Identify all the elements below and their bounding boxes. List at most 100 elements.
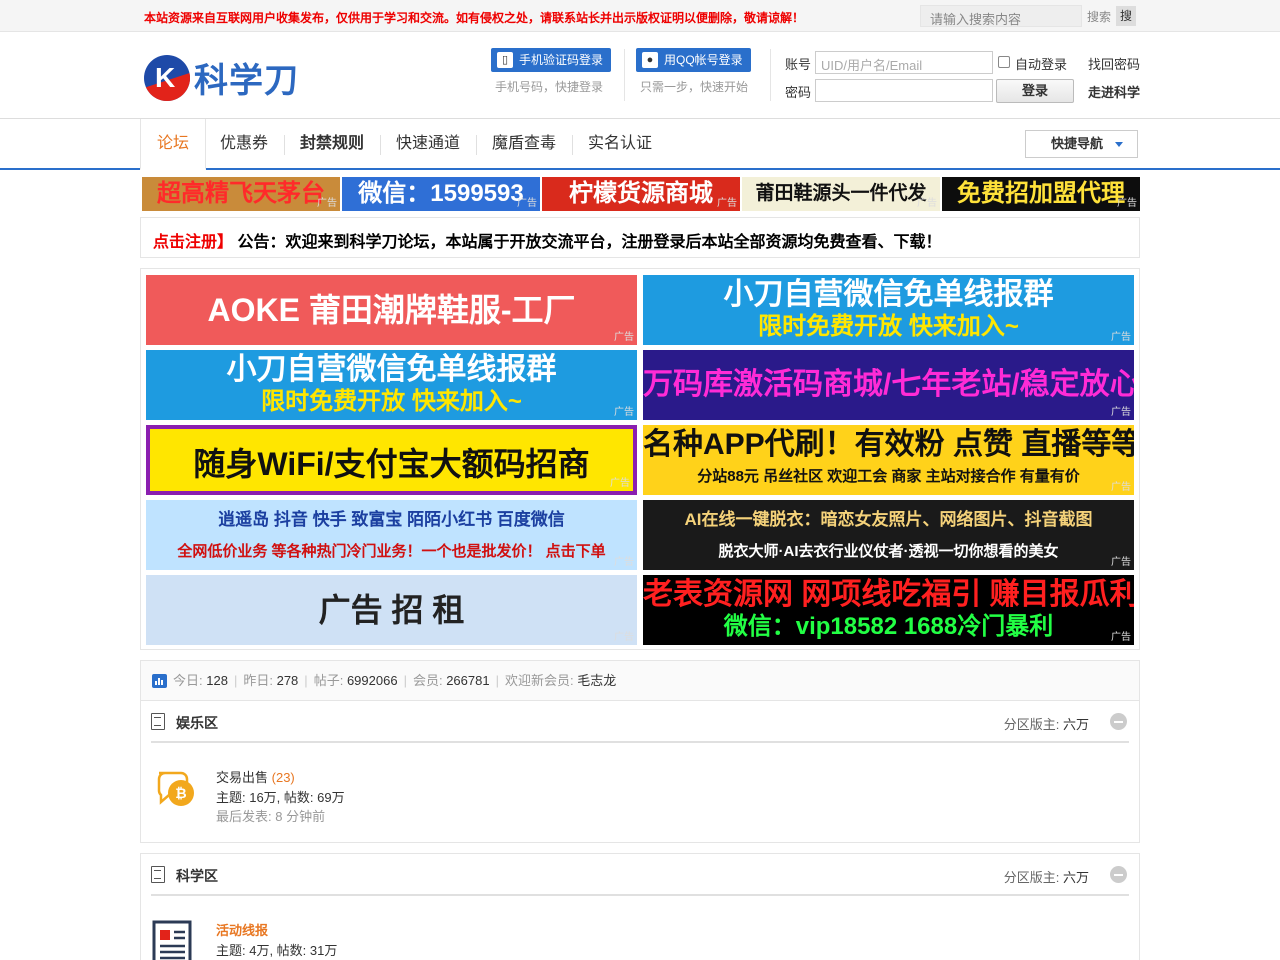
ad-headline: 随身WiFi/支付宝大额码招商	[193, 446, 590, 482]
quick-nav-dropdown[interactable]: 快捷导航	[1025, 130, 1138, 158]
account-input[interactable]: UID/用户名/Email	[815, 51, 993, 74]
top-ad-banner[interactable]: 微信：1599593 广告	[342, 177, 540, 211]
nav-item-ban-rules[interactable]: 封禁规则	[284, 119, 380, 168]
ad-text: 超高精飞天茅台	[157, 180, 325, 207]
top-ad-banner[interactable]: 免费招加盟代理 广告	[942, 177, 1140, 211]
top-ad-strip: 超高精飞天茅台 广告 微信：1599593 广告 柠檬货源商城 广告 莆田鞋源头一件代发 广告…	[142, 177, 1140, 211]
ad-headline: 万码库激活码商城/七年老站/稳定放心/	[643, 368, 1134, 401]
login-button[interactable]: 登录	[996, 79, 1074, 103]
phone-login-button[interactable]: ▯ 手机验证码登录	[491, 48, 612, 72]
forum-stats: 今日: 128 | 昨日: 278 | 帖子: 6992066 | 会员: 266781 | 欢…	[140, 660, 1140, 700]
ad-tag: 广告	[614, 332, 634, 343]
ad-tag: 广告	[1111, 332, 1131, 343]
banner-ad[interactable]: 小刀自营微信免单线报群 限时免费开放 快来加入~ 广告	[643, 275, 1134, 345]
forgot-password-link[interactable]: 找回密码	[1088, 54, 1140, 73]
ad-subline: 全网低价业务 等各种热门冷门业务！一个也是批发价！ 点击下单	[177, 543, 606, 560]
nav-item-real-name[interactable]: 实名认证	[572, 119, 668, 168]
category-section-science: 科学区 分区版主: 六万 活动线报 主题: 4万, 帖数: 31万	[140, 853, 1140, 960]
top-ad-banner[interactable]: 莆田鞋源头一件代发 广告	[742, 177, 940, 211]
ad-tag: 广告	[517, 198, 537, 209]
search-input[interactable]: 请输入搜索内容	[920, 5, 1082, 27]
phone-icon: ▯	[497, 52, 513, 68]
banner-ad[interactable]: AOKE 莆田潮牌鞋服-工厂 广告	[146, 275, 637, 345]
ad-tag: 广告	[1111, 482, 1131, 493]
announcement-text: 公告：欢迎来到科学刀论坛，本站属于开放交流平台，注册登录后本站全部资源均免费查看…	[237, 234, 942, 251]
nav-item-fast-track[interactable]: 快速通道	[380, 119, 476, 168]
banner-ad-grid: AOKE 莆田潮牌鞋服-工厂 广告 小刀自营微信免单线报群 限时免费开放 快来加入~ 广…	[140, 268, 1140, 650]
ad-subline: 分站88元 吊丝社区 欢迎工会 商家 主站对接合作 有量有价	[697, 468, 1080, 485]
forum-name-trade[interactable]: 交易出售 (23)	[216, 767, 295, 786]
svg-text:₿: ₿	[175, 785, 186, 801]
ad-subline: 限时免费开放 快来加入~	[261, 388, 522, 415]
nav-item-coupons[interactable]: 优惠券	[204, 119, 284, 168]
ad-tag: 广告	[610, 478, 630, 489]
ad-tag: 广告	[317, 198, 337, 209]
newspaper-icon[interactable]	[151, 918, 201, 960]
ad-tag: 广告	[614, 407, 634, 418]
ad-headline: AI在线一键脱衣：暗恋女友照片、网络图片、抖音截图	[684, 510, 1093, 529]
ad-tag: 广告	[717, 198, 737, 209]
search-button[interactable]: 搜	[1116, 6, 1136, 26]
site-header: K 科学刀 ▯ 手机验证码登录 手机号码，快捷登录 ● 用QQ帐号登录 只需一步…	[0, 33, 1280, 119]
ad-headline: 逍遥岛 抖音 快手 致富宝 陌陌小红书 百度微信	[218, 510, 565, 529]
collapse-icon[interactable]	[1110, 713, 1127, 730]
top-bar: 本站资源来自互联网用户收集发布，仅供用于学习和交流。如有侵权之处，请联系站长并出…	[0, 0, 1280, 32]
ad-tag: 广告	[614, 632, 634, 643]
auto-login-checkbox[interactable]	[998, 56, 1010, 68]
site-logo[interactable]: K 科学刀	[144, 53, 299, 102]
ad-subline: 微信：vip18582 1688冷门暴利	[723, 613, 1054, 640]
nav-item-forum[interactable]: 论坛	[140, 119, 207, 170]
auto-login-label[interactable]: 自动登录	[1015, 54, 1067, 73]
banner-ad[interactable]: 名种APP代刷！有效粉 点赞 直播等等分站88元 吊丝社区 欢迎工会 商家 主站…	[643, 425, 1134, 495]
category-moderator: 分区版主: 六万	[1003, 717, 1089, 732]
register-link[interactable]: 点击注册】	[153, 234, 233, 251]
nav-item-virus-scan[interactable]: 魔盾查毒	[476, 119, 572, 168]
banner-ad[interactable]: 广告 招 租广告	[146, 575, 637, 645]
banner-ad[interactable]: AI在线一键脱衣：暗恋女友照片、网络图片、抖音截图 脱衣大师·AI去衣行业仪仗者·…	[643, 500, 1134, 570]
category-header: 科学区 分区版主: 六万	[151, 854, 1129, 896]
document-icon	[151, 713, 165, 730]
yesterday-count: 278	[276, 673, 299, 688]
ad-headline: 小刀自营微信免单线报群	[723, 278, 1054, 311]
ad-headline: 广告 招 租	[318, 592, 465, 628]
bitcoin-chat-icon[interactable]: ₿	[151, 765, 201, 815]
logo-text: 科学刀	[194, 61, 299, 101]
banner-ad[interactable]: 老表资源网 网项线吃福引 赚目报瓜利流 微信：vip18582 1688冷门暴利广…	[643, 575, 1134, 645]
banner-ad[interactable]: 万码库激活码商城/七年老站/稳定放心/广告	[643, 350, 1134, 420]
ad-subline: 脱衣大师·AI去衣行业仪仗者·透视一切你想看的美女	[718, 543, 1059, 560]
posts-count: 6992066	[346, 673, 398, 688]
banner-ad[interactable]: 逍遥岛 抖音 快手 致富宝 陌陌小红书 百度微信全网低价业务 等各种热门冷门业务…	[146, 500, 637, 570]
collapse-icon[interactable]	[1110, 866, 1127, 883]
category-title[interactable]: 科学区	[176, 866, 218, 886]
ad-headline: 小刀自营微信免单线报群	[226, 353, 557, 386]
forum-meta: 主题: 4万, 帖数: 31万	[216, 943, 338, 958]
password-label: 密码	[785, 85, 812, 100]
ad-tag: 广告	[1111, 407, 1131, 418]
category-title[interactable]: 娱乐区	[176, 713, 218, 733]
disclaimer-notice: 本站资源来自互联网用户收集发布，仅供用于学习和交流。如有侵权之处，请联系站长并出…	[144, 11, 805, 25]
ad-tag: 广告	[1111, 632, 1131, 643]
top-ad-banner[interactable]: 超高精飞天茅台 广告	[142, 177, 340, 211]
newest-member-link[interactable]: 毛志龙	[577, 673, 616, 688]
qq-login-button[interactable]: ● 用QQ帐号登录	[636, 48, 751, 72]
ad-tag: 广告	[1111, 557, 1131, 568]
ad-headline: 老表资源网 网项线吃福引 赚目报瓜利流	[643, 578, 1134, 611]
divider	[770, 49, 771, 101]
ad-headline: 名种APP代刷！有效粉 点赞 直播等等	[643, 428, 1134, 461]
banner-ad[interactable]: 小刀自营微信免单线报群 限时免费开放 快来加入~ 广告	[146, 350, 637, 420]
banner-ad[interactable]: 随身WiFi/支付宝大额码招商广告	[146, 425, 637, 495]
forum-meta: 主题: 16万, 帖数: 69万	[216, 790, 345, 805]
forum-name-activity[interactable]: 活动线报	[216, 920, 268, 939]
forum-last-post[interactable]: 最后发表: 8 分钟前	[216, 806, 325, 825]
ad-text: 免费招加盟代理	[957, 180, 1125, 207]
main-nav: 论坛 优惠券 封禁规则 快速通道 魔盾查毒 实名认证 快捷导航	[0, 119, 1280, 170]
top-ad-banner[interactable]: 柠檬货源商城 广告	[542, 177, 740, 211]
about-link[interactable]: 走进科学	[1088, 82, 1140, 101]
ad-text: 柠檬货源商城	[569, 180, 713, 207]
ad-text: 微信：1599593	[358, 180, 524, 207]
category-header: 娱乐区 分区版主: 六万	[151, 701, 1129, 743]
search-type-label[interactable]: 搜索	[1087, 8, 1111, 25]
password-input[interactable]	[815, 79, 993, 102]
document-icon	[151, 866, 165, 883]
phone-login-subtext: 手机号码，快捷登录	[495, 80, 604, 94]
